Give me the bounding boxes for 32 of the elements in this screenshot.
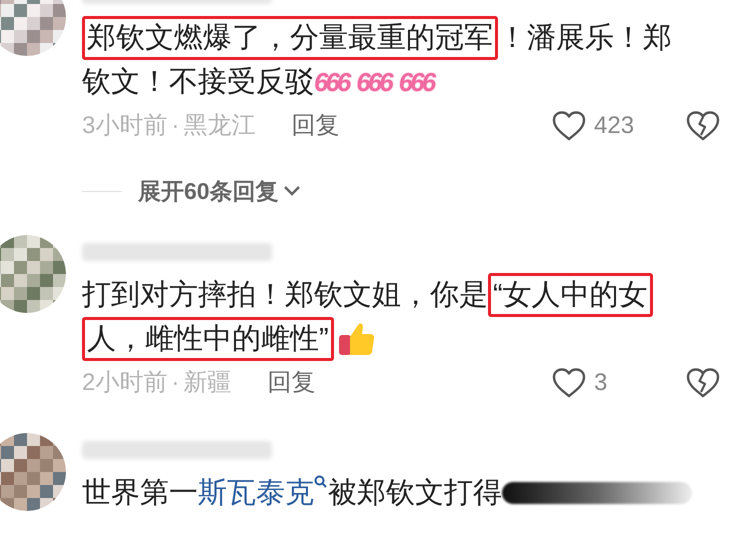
highlighted-text: “女人中的女 [488,272,653,316]
broken-heart-icon[interactable] [686,368,720,398]
expand-replies-button[interactable]: 展开60条回复 [138,174,301,208]
thumbs-up-icon [338,320,376,356]
reply-button[interactable]: 回复 [291,108,340,144]
sticker-text: 666 [356,66,391,99]
search-link[interactable]: 斯瓦泰克 [198,470,328,514]
like-count: 423 [594,111,636,141]
comment-text: 钦文！不接受反驳 [82,65,314,100]
chevron-down-icon [282,185,301,198]
highlighted-text: 人，雌性中的雌性” [82,316,334,360]
like-count: 3 [594,368,608,398]
comment-text: 被郑钦文打得 [328,476,502,510]
location: 新疆 [183,368,232,398]
broken-heart-icon[interactable] [686,111,720,141]
separator-dot: · [171,111,180,141]
comment-text: 打到对方摔拍！郑钦文姐，你是 [82,278,488,312]
avatar-icon[interactable] [0,234,66,312]
highlighted-text: 郑钦文燃爆了，分量最重的冠军 [82,16,498,60]
sticker-text: 666 [398,66,434,99]
location: 黑龙江 [183,111,256,141]
timestamp: 3小时前 [82,111,168,141]
heart-icon[interactable] [552,368,586,398]
reply-button[interactable]: 回复 [267,364,316,400]
timestamp: 2小时前 [82,368,168,398]
sticker-text: 666 [314,66,348,99]
search-icon [314,474,328,490]
comment-text: ！潘展乐！郑 [498,21,672,56]
heart-icon[interactable] [552,111,586,141]
comment-text: 世界第一 [82,476,198,510]
separator-dot: · [171,368,180,398]
avatar-icon[interactable] [0,432,66,510]
